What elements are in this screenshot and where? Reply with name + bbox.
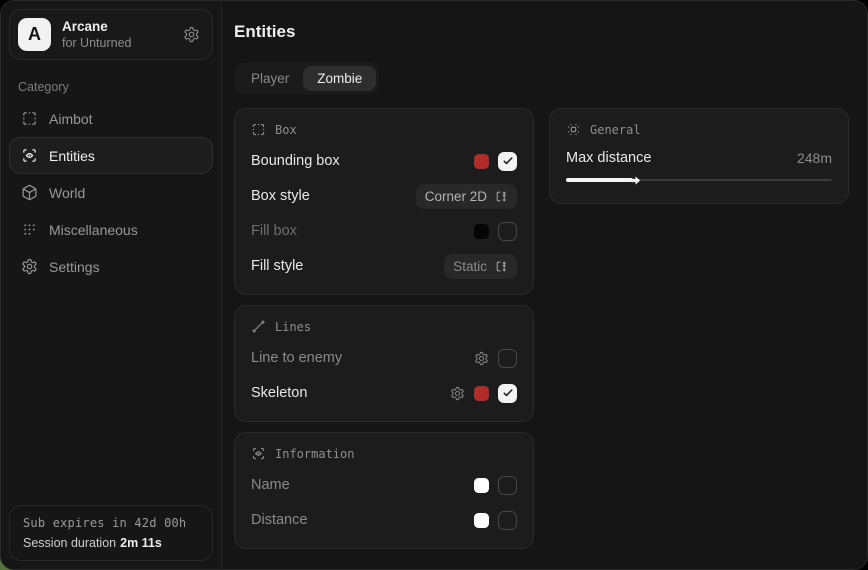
sidebar-item-label: Settings (49, 259, 100, 275)
color-swatch[interactable] (474, 386, 489, 401)
checkbox-checked[interactable] (498, 384, 517, 403)
box-card: Box Bounding box (234, 108, 534, 295)
brand-card: A Arcane for Unturned (9, 9, 213, 60)
max-distance-value: 248m (797, 150, 832, 166)
card-title: Information (275, 447, 354, 461)
dots-grid-icon (21, 221, 38, 238)
sidebar-item-label: Miscellaneous (49, 222, 138, 238)
app-window: A Arcane for Unturned Category Aimbot (0, 0, 868, 570)
setting-row-line-to-enemy: Line to enemy (251, 347, 517, 369)
card-title: Box (275, 123, 297, 137)
setting-label: Skeleton (251, 385, 307, 401)
session-duration-value: 2m 11s (120, 536, 162, 550)
sidebar-item-aimbot[interactable]: Aimbot (9, 100, 213, 137)
box-select-icon (251, 122, 266, 137)
setting-label: Fill style (251, 258, 303, 274)
checkbox-checked[interactable] (498, 152, 517, 171)
information-card: Information Name Distance (234, 432, 534, 549)
scan-eye-icon (251, 446, 266, 461)
setting-label: Max distance (566, 150, 651, 166)
checkbox-unchecked[interactable] (498, 222, 517, 241)
check-icon (502, 387, 514, 399)
general-card: General Max distance 248m (549, 108, 849, 204)
card-title: Lines (275, 320, 311, 334)
color-swatch[interactable] (474, 154, 489, 169)
setting-label: Bounding box (251, 153, 340, 169)
line-icon (251, 319, 266, 334)
package-icon (21, 184, 38, 201)
max-distance-slider[interactable] (566, 174, 832, 186)
session-duration-text: Session duration 2m 11s (23, 536, 199, 550)
session-card: Sub expires in 42d 00h Session duration 2… (9, 505, 213, 561)
setting-row-box-style: Box style Corner 2D (251, 185, 517, 207)
tab-player[interactable]: Player (237, 66, 303, 91)
checkbox-unchecked[interactable] (498, 511, 517, 530)
scan-eye-icon (21, 147, 38, 164)
session-duration-label: Session duration (23, 536, 116, 550)
slider-fill (566, 178, 633, 182)
app-logo: A (18, 18, 51, 51)
setting-row-fill-style: Fill style Static (251, 255, 517, 277)
sidebar-item-world[interactable]: World (9, 174, 213, 211)
gear-icon (21, 258, 38, 275)
sidebar-item-settings[interactable]: Settings (9, 248, 213, 285)
setting-label: Fill box (251, 223, 297, 239)
select-arrows-icon (495, 190, 508, 203)
check-icon (502, 155, 514, 167)
setting-row-distance: Distance (251, 509, 517, 531)
category-label: Category (18, 80, 204, 94)
select-value: Static (453, 259, 487, 274)
sidebar-nav: Aimbot Entities World (9, 100, 213, 285)
fill-style-select[interactable]: Static (444, 254, 517, 279)
app-subtitle: for Unturned (62, 36, 131, 50)
sidebar-item-label: World (49, 185, 85, 201)
setting-row-bounding-box: Bounding box (251, 150, 517, 172)
app-name: Arcane (62, 19, 131, 34)
box-select-icon (21, 110, 38, 127)
tab-zombie[interactable]: Zombie (303, 66, 376, 91)
box-style-select[interactable]: Corner 2D (416, 184, 517, 209)
gear-icon[interactable] (474, 351, 489, 366)
select-arrows-icon (495, 260, 508, 273)
setting-row-name: Name (251, 474, 517, 496)
sidebar-item-label: Entities (49, 148, 95, 164)
color-swatch[interactable] (474, 224, 489, 239)
left-column: Box Bounding box (234, 108, 534, 549)
color-swatch[interactable] (474, 513, 489, 528)
setting-row-fill-box: Fill box (251, 220, 517, 242)
gear-icon[interactable] (183, 26, 200, 43)
gear-icon[interactable] (450, 386, 465, 401)
focus-icon (566, 122, 581, 137)
sidebar-item-label: Aimbot (49, 111, 93, 127)
screen: A Arcane for Unturned Category Aimbot (0, 0, 868, 570)
setting-label: Name (251, 477, 290, 493)
checkbox-unchecked[interactable] (498, 349, 517, 368)
setting-row-max-distance: Max distance 248m (566, 150, 832, 166)
card-title: General (590, 123, 641, 137)
setting-label: Line to enemy (251, 350, 342, 366)
setting-label: Distance (251, 512, 307, 528)
page-title: Entities (234, 22, 849, 42)
brand-text: Arcane for Unturned (62, 19, 131, 50)
lines-card: Lines Line to enemy (234, 305, 534, 422)
color-swatch[interactable] (474, 478, 489, 493)
main-content: Entities Player Zombie Box (222, 1, 868, 569)
slider-thumb-icon[interactable] (630, 175, 641, 186)
checkbox-unchecked[interactable] (498, 476, 517, 495)
setting-row-skeleton: Skeleton (251, 382, 517, 404)
sidebar-item-entities[interactable]: Entities (9, 137, 213, 174)
select-value: Corner 2D (425, 189, 487, 204)
sub-expires-text: Sub expires in 42d 00h (23, 516, 199, 530)
right-column: General Max distance 248m (549, 108, 849, 204)
sidebar: A Arcane for Unturned Category Aimbot (1, 1, 222, 569)
entity-tabs: Player Zombie (234, 63, 379, 94)
sidebar-item-miscellaneous[interactable]: Miscellaneous (9, 211, 213, 248)
setting-label: Box style (251, 188, 310, 204)
